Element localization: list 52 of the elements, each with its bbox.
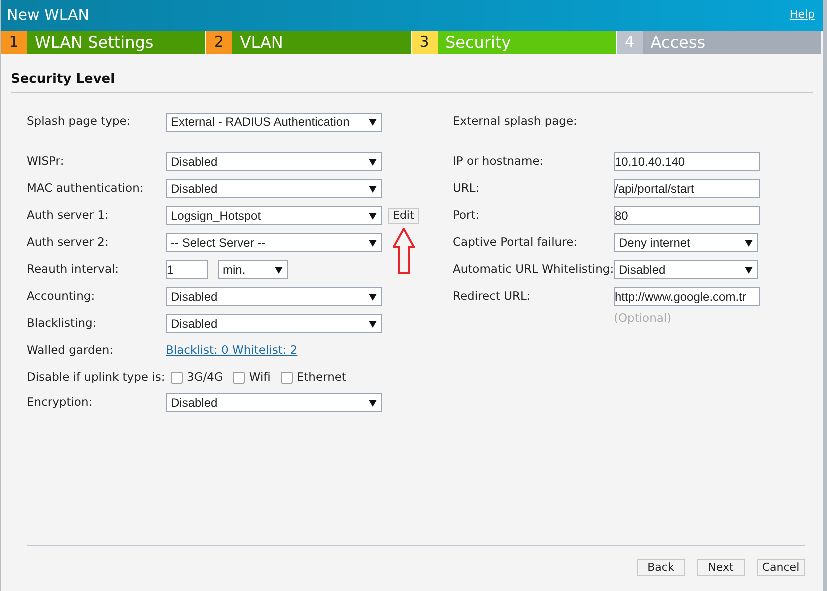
field-label: Automatic URL Whitelisting: [453, 260, 614, 278]
field-label: WISPr: [27, 152, 66, 170]
checkbox-label: Wifi [249, 369, 271, 386]
field-label: Disable if uplink type is: [27, 369, 166, 386]
optional-hint: (Optional) [614, 310, 673, 327]
field-label: Auth server 1: [27, 206, 110, 224]
section-title: Security Level [11, 72, 116, 87]
field-label: Reauth interval: [27, 260, 120, 278]
step-number: 2 [206, 31, 232, 54]
wizard-button[interactable]: Cancel [757, 559, 805, 576]
dropdown[interactable]: Disabled [166, 314, 382, 333]
dropdown[interactable]: -- Select Server -- [166, 233, 382, 252]
dropdown[interactable]: Disabled [166, 179, 382, 198]
step-number: 4 [616, 31, 643, 54]
field-label: Accounting: [27, 288, 96, 305]
edit-button[interactable]: Edit [388, 208, 420, 224]
field-label: URL: [453, 180, 481, 197]
dropdown[interactable]: Logsign_Hotspot [166, 206, 382, 225]
field-label: Auth server 2: [27, 234, 110, 251]
field-label: External splash page: [453, 113, 578, 130]
field-label: Port: [453, 206, 481, 224]
field-label: Redirect URL: [453, 288, 532, 305]
input-field[interactable]: 80 [614, 206, 760, 225]
window-title: New WLAN [7, 5, 90, 26]
input-field[interactable]: 10.10.40.140 [614, 152, 760, 171]
field-label: IP or hostname: [453, 152, 545, 170]
input-field[interactable]: 1 [166, 260, 208, 279]
dropdown[interactable]: External - RADIUS Authentication [166, 112, 382, 132]
wizard-step[interactable]: 1 WLAN Settings [1, 31, 206, 54]
wizard-step[interactable]: 2 VLAN [206, 31, 410, 54]
dropdown[interactable]: Disabled [166, 287, 382, 306]
wizard-button[interactable]: Back [637, 559, 685, 576]
walled-garden-link[interactable]: Blacklist: 0 Whitelist: 2 [166, 342, 298, 360]
field-label: Captive Portal failure: [453, 234, 579, 251]
checkbox-label: Ethernet [296, 369, 346, 386]
field-label: Splash page type: [27, 113, 132, 130]
input-field[interactable]: http://www.google.com.tr [614, 287, 760, 306]
checkbox-label: 3G/4G [187, 369, 224, 386]
input-field[interactable]: /api/portal/start [614, 179, 760, 198]
step-number: 1 [1, 31, 27, 54]
field-label: Blacklisting: [27, 314, 98, 332]
field-label: MAC authentication: [27, 180, 145, 197]
field-label: Encryption: [27, 394, 94, 411]
dropdown[interactable]: Deny internet [614, 233, 758, 252]
step-number: 3 [412, 31, 438, 54]
dropdown[interactable]: Disabled [166, 152, 382, 171]
wizard-button[interactable]: Next [697, 559, 745, 576]
dropdown[interactable]: min. [218, 260, 288, 279]
wizard-step[interactable]: 3 Security [412, 31, 616, 54]
dropdown[interactable]: Disabled [166, 393, 382, 412]
field-label: Walled garden: [27, 342, 115, 359]
dropdown[interactable]: Disabled [614, 260, 758, 279]
